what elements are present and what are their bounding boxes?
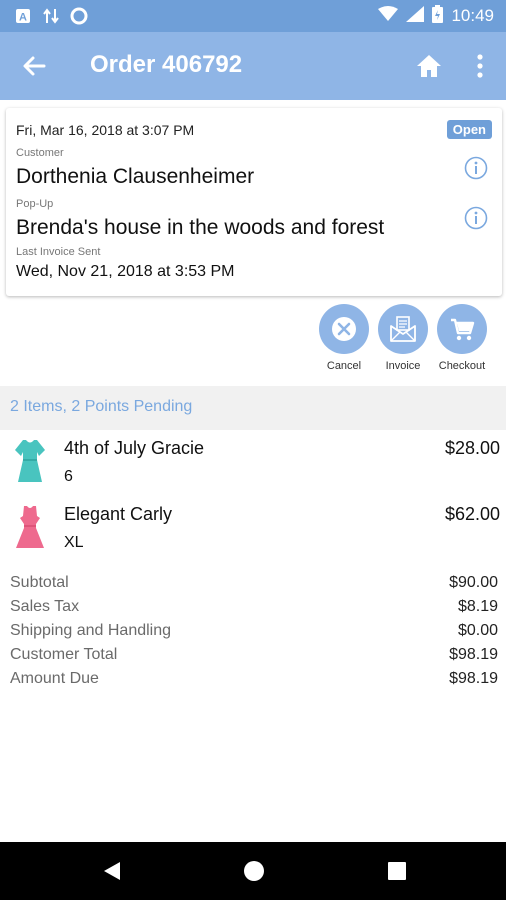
shipping-row: Shipping and Handling $0.00 bbox=[10, 622, 498, 646]
popup-label: Pop-Up bbox=[16, 198, 54, 210]
checkout-button[interactable] bbox=[437, 304, 487, 354]
customer-info-button[interactable] bbox=[464, 156, 488, 180]
shipping-value: $0.00 bbox=[457, 622, 498, 639]
sales-tax-label: Sales Tax bbox=[10, 598, 80, 615]
customer-total-value: $98.19 bbox=[449, 646, 498, 663]
subtotal-value: $90.00 bbox=[449, 574, 498, 591]
order-card: Fri, Mar 16, 2018 at 3:07 PM Open Custom… bbox=[6, 108, 502, 296]
page-title: Order 406792 bbox=[90, 51, 243, 78]
data-sync-icon bbox=[42, 7, 60, 25]
item-price: $62.00 bbox=[444, 504, 500, 524]
subtotal-row: Subtotal $90.00 bbox=[10, 574, 498, 598]
back-arrow-icon bbox=[23, 56, 46, 76]
svg-text:A: A bbox=[19, 12, 27, 24]
circle-icon bbox=[70, 7, 88, 25]
app-a-icon: A bbox=[14, 7, 32, 25]
item-name: 4th of July Gracie bbox=[64, 438, 205, 458]
checkout-label: Checkout bbox=[438, 360, 486, 372]
subtotal-label: Subtotal bbox=[10, 574, 69, 591]
items-summary-bar: 2 Items, 2 Points Pending bbox=[0, 386, 506, 430]
invoice-button[interactable] bbox=[378, 304, 428, 354]
item-name: Elegant Carly bbox=[64, 504, 173, 524]
info-icon bbox=[464, 206, 488, 230]
nav-back-button[interactable] bbox=[100, 859, 124, 883]
cart-icon bbox=[451, 318, 475, 341]
nav-recents-button[interactable] bbox=[385, 859, 409, 883]
last-invoice-label: Last Invoice Sent bbox=[16, 246, 101, 258]
status-clock: 10:49 bbox=[451, 6, 494, 25]
cancel-button[interactable] bbox=[319, 304, 369, 354]
status-bar: A 10:49 bbox=[0, 0, 506, 32]
home-button[interactable] bbox=[414, 51, 444, 81]
battery-icon bbox=[432, 4, 444, 28]
list-item[interactable]: Elegant Carly XL $62.00 bbox=[0, 504, 506, 564]
cancel-circle-icon bbox=[332, 317, 356, 341]
info-icon bbox=[464, 156, 488, 180]
list-item[interactable]: 4th of July Gracie 6 $28.00 bbox=[0, 438, 506, 498]
customer-total-label: Customer Total bbox=[10, 646, 118, 663]
more-options-button[interactable] bbox=[468, 50, 492, 82]
customer-total-row: Customer Total $98.19 bbox=[10, 646, 498, 670]
sales-tax-value: $8.19 bbox=[457, 598, 498, 615]
item-size: 6 bbox=[64, 468, 73, 485]
item-size: XL bbox=[64, 534, 84, 551]
popup-name[interactable]: Brenda's house in the woods and forest bbox=[16, 216, 384, 240]
back-triangle-icon bbox=[104, 862, 120, 880]
item-price: $28.00 bbox=[444, 438, 500, 458]
app-bar: Order 406792 bbox=[0, 32, 506, 100]
envelope-icon bbox=[390, 316, 416, 342]
amount-due-label: Amount Due bbox=[10, 670, 99, 687]
teal-dress-icon bbox=[12, 438, 48, 486]
shipping-label: Shipping and Handling bbox=[10, 622, 172, 639]
customer-name[interactable]: Dorthenia Clausenheimer bbox=[16, 165, 254, 189]
wifi-icon bbox=[378, 5, 399, 27]
items-summary: 2 Items, 2 Points Pending bbox=[10, 398, 193, 415]
amount-due-value: $98.19 bbox=[449, 670, 498, 687]
nav-home-button[interactable] bbox=[242, 859, 266, 883]
amount-due-row: Amount Due $98.19 bbox=[10, 670, 498, 694]
back-button[interactable] bbox=[18, 52, 50, 80]
customer-label: Customer bbox=[16, 147, 64, 159]
recents-square-icon bbox=[388, 862, 406, 880]
last-invoice-date: Wed, Nov 21, 2018 at 3:53 PM bbox=[16, 263, 235, 280]
order-totals: Subtotal $90.00 Sales Tax $8.19 Shipping… bbox=[10, 574, 498, 694]
more-vert-icon bbox=[477, 54, 483, 78]
status-badge: Open bbox=[446, 120, 492, 139]
order-date: Fri, Mar 16, 2018 at 3:07 PM bbox=[16, 122, 195, 138]
popup-info-button[interactable] bbox=[464, 206, 488, 230]
home-icon bbox=[417, 55, 441, 77]
pink-dress-icon bbox=[12, 504, 48, 552]
system-nav-bar bbox=[0, 842, 506, 900]
home-circle-icon bbox=[244, 861, 264, 881]
sales-tax-row: Sales Tax $8.19 bbox=[10, 598, 498, 622]
signal-icon bbox=[406, 5, 425, 27]
